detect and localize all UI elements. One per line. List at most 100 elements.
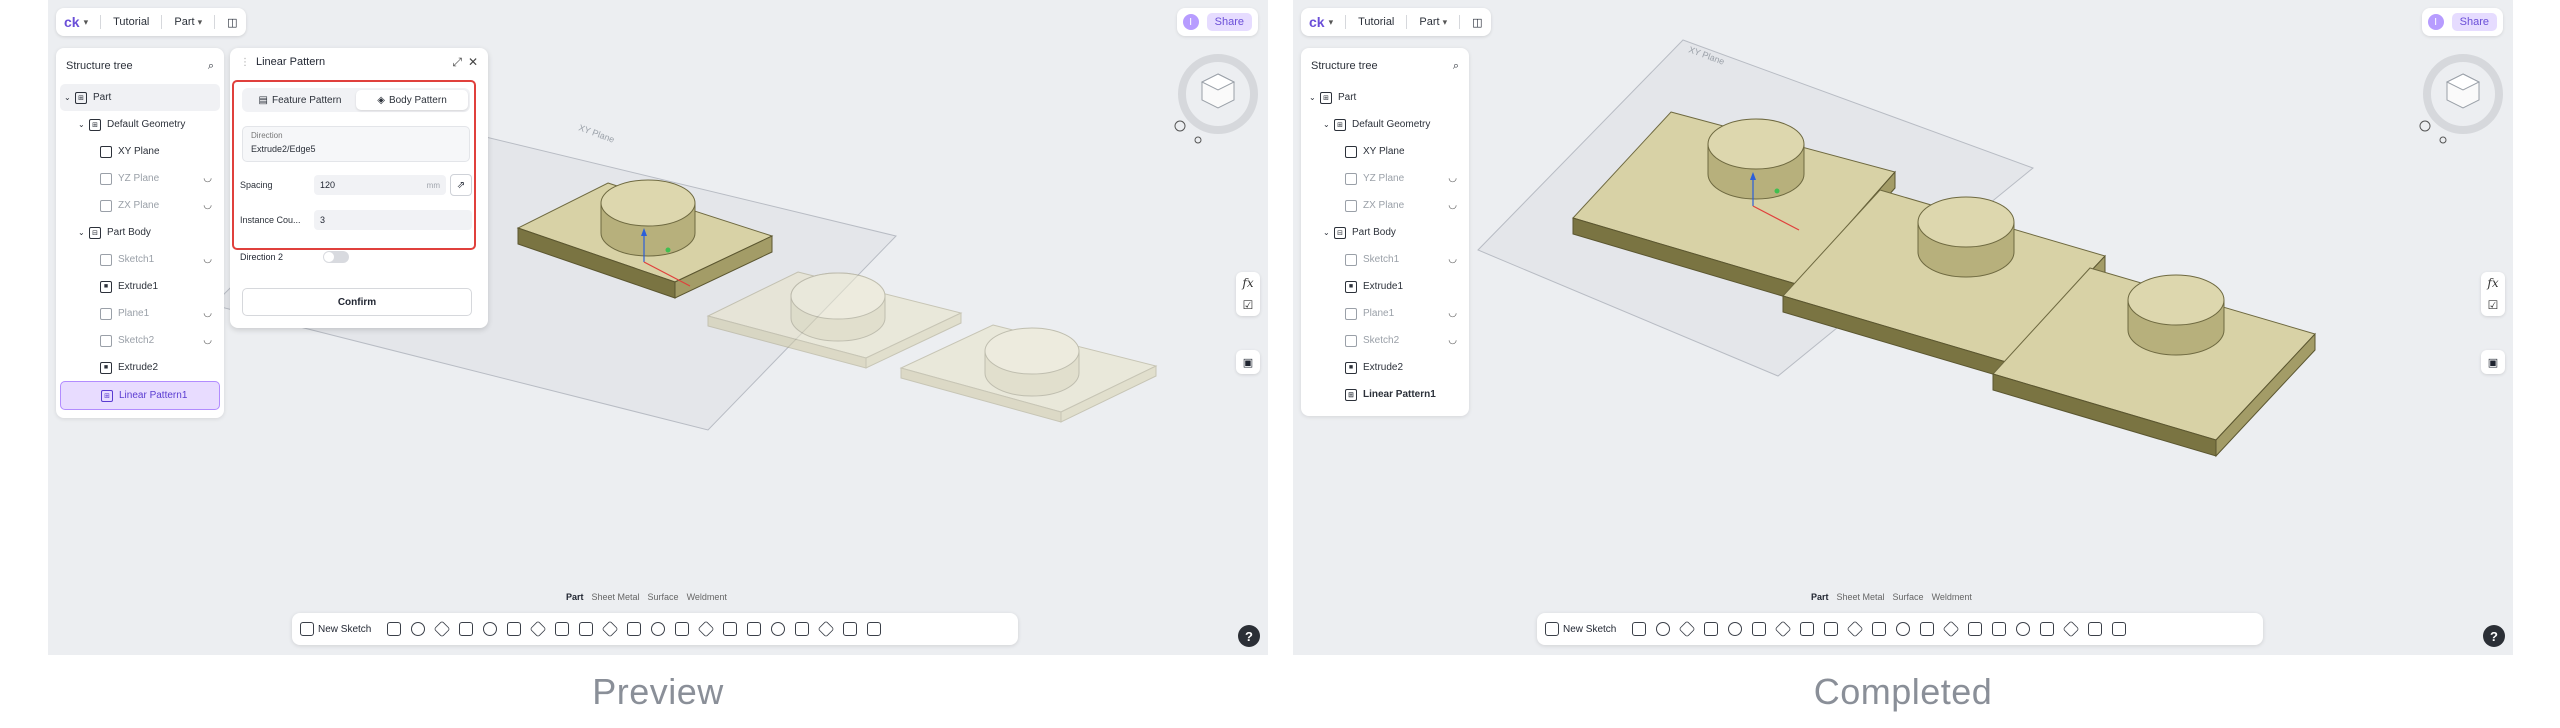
view-cube[interactable] [2413, 44, 2503, 144]
loft-icon[interactable] [1704, 622, 1719, 636]
tree-item-part[interactable]: ⌄ ⊞ Part [1305, 84, 1465, 111]
part-menu[interactable]: Part ▾ [174, 16, 202, 28]
tree-item-sketch2[interactable]: Sketch2 ◡ [60, 327, 220, 354]
tree-item-zx-plane[interactable]: ZX Plane ◡ [60, 192, 220, 219]
tab-weldment[interactable]: Weldment [687, 592, 727, 602]
linear-pattern-icon[interactable] [1872, 622, 1887, 636]
tab-body-pattern[interactable]: ◈ Body Pattern [356, 90, 468, 110]
tree-item-extrude1[interactable]: ■ Extrude1 [60, 273, 220, 300]
app-logo-icon[interactable]: ck ▾ [1309, 14, 1333, 30]
section-icon[interactable] [795, 622, 810, 636]
mirror-icon[interactable] [675, 622, 690, 636]
tree-item-sketch2[interactable]: Sketch2 ◡ [1305, 327, 1465, 354]
tree-item-xy-plane[interactable]: XY Plane [1305, 138, 1465, 165]
hidden-eye-icon[interactable]: ◡ [1448, 254, 1457, 265]
tree-item-linear-pattern1[interactable]: ⊞ Linear Pattern1 [60, 381, 220, 410]
tab-weldment[interactable]: Weldment [1932, 592, 1972, 602]
part-menu[interactable]: Part ▾ [1419, 16, 1447, 28]
search-icon[interactable]: ⌕ [1453, 60, 1459, 73]
tutorial-menu[interactable]: Tutorial [113, 16, 149, 28]
boolean-icon[interactable] [1942, 620, 1960, 638]
tree-item-yz-plane[interactable]: YZ Plane ◡ [1305, 165, 1465, 192]
tree-item-sketch1[interactable]: Sketch1 ◡ [60, 246, 220, 273]
sweep-icon[interactable] [433, 620, 451, 638]
tree-item-default-geometry[interactable]: ⌄ ⊞ Default Geometry [1305, 111, 1465, 138]
linear-pattern-icon[interactable] [627, 622, 642, 636]
tree-item-extrude2[interactable]: ■ Extrude2 [1305, 354, 1465, 381]
confirm-button[interactable]: Confirm [242, 288, 472, 316]
fillet-icon[interactable] [529, 620, 547, 638]
hidden-eye-icon[interactable]: ◡ [1448, 335, 1457, 346]
share-button[interactable]: Share [1206, 13, 1252, 31]
measure-icon[interactable] [843, 622, 858, 636]
draft-icon[interactable] [601, 620, 619, 638]
drag-handle-icon[interactable]: ⋮ [240, 57, 250, 68]
revolve-icon[interactable] [411, 622, 426, 636]
sidebar-toggle-icon[interactable]: ◫ [1472, 16, 1482, 29]
split-icon[interactable] [1968, 622, 1983, 636]
tree-item-extrude2[interactable]: ■ Extrude2 [60, 354, 220, 381]
tree-item-part[interactable]: ⌄ ⊞ Part [60, 84, 220, 111]
tree-item-zx-plane[interactable]: ZX Plane ◡ [1305, 192, 1465, 219]
section-icon[interactable] [2040, 622, 2055, 636]
tab-surface[interactable]: Surface [1893, 592, 1924, 602]
spacing-input[interactable]: 120 mm [314, 175, 446, 195]
hole-icon[interactable] [1752, 622, 1767, 636]
draft-icon[interactable] [1846, 620, 1864, 638]
hole-icon[interactable] [507, 622, 522, 636]
tree-item-extrude1[interactable]: ■ Extrude1 [1305, 273, 1465, 300]
move-body-icon[interactable] [1992, 622, 2007, 636]
help-button[interactable]: ? [2483, 625, 2505, 647]
extrude-icon[interactable] [387, 622, 402, 636]
sidebar-toggle-icon[interactable]: ◫ [227, 16, 237, 29]
tab-sheet-metal[interactable]: Sheet Metal [592, 592, 640, 602]
more-tools-icon[interactable] [2112, 622, 2127, 636]
panel-icon[interactable]: ▣ [2481, 350, 2505, 374]
hidden-eye-icon[interactable]: ◡ [203, 173, 212, 184]
hidden-eye-icon[interactable]: ◡ [203, 308, 212, 319]
close-icon[interactable]: ✕ [468, 55, 478, 69]
tutorial-menu[interactable]: Tutorial [1358, 16, 1394, 28]
hidden-eye-icon[interactable]: ◡ [203, 200, 212, 211]
flip-direction-icon[interactable]: ⇗ [450, 174, 472, 196]
pin-icon[interactable]: ⤢ [452, 55, 462, 70]
plane-tool-icon[interactable] [817, 620, 835, 638]
tree-item-part-body[interactable]: ⌄ ⊟ Part Body [1305, 219, 1465, 246]
shell-icon[interactable] [579, 622, 594, 636]
loft-icon[interactable] [459, 622, 474, 636]
tree-item-default-geometry[interactable]: ⌄ ⊞ Default Geometry [60, 111, 220, 138]
circular-pattern-icon[interactable] [651, 622, 666, 636]
hidden-eye-icon[interactable]: ◡ [203, 254, 212, 265]
tab-part[interactable]: Part [566, 592, 584, 602]
circular-pattern-icon[interactable] [1896, 622, 1911, 636]
tree-item-plane1[interactable]: Plane1 ◡ [60, 300, 220, 327]
tab-part[interactable]: Part [1811, 592, 1829, 602]
thicken-icon[interactable] [2016, 622, 2031, 636]
checklist-icon[interactable]: ☑ [2488, 298, 2499, 312]
thicken-icon[interactable] [771, 622, 786, 636]
chamfer-icon[interactable] [1800, 622, 1815, 636]
hidden-eye-icon[interactable]: ◡ [203, 335, 212, 346]
more-tools-icon[interactable] [867, 622, 882, 636]
new-sketch-button[interactable]: New Sketch [300, 622, 377, 636]
avatar[interactable]: I [1182, 14, 1199, 30]
search-icon[interactable]: ⌕ [208, 60, 214, 73]
move-body-icon[interactable] [747, 622, 762, 636]
new-sketch-button[interactable]: New Sketch [1545, 622, 1622, 636]
help-button[interactable]: ? [1238, 625, 1260, 647]
tree-item-xy-plane[interactable]: XY Plane [60, 138, 220, 165]
checklist-icon[interactable]: ☑ [1243, 298, 1254, 312]
fillet-icon[interactable] [1774, 620, 1792, 638]
split-icon[interactable] [723, 622, 738, 636]
viewport-3d[interactable]: XY Plane [1293, 0, 2513, 655]
chamfer-icon[interactable] [555, 622, 570, 636]
tree-item-linear-pattern1[interactable]: ⊞ Linear Pattern1 [1305, 381, 1465, 408]
extrude-icon[interactable] [1632, 622, 1647, 636]
formula-icon[interactable]: fx [1242, 276, 1253, 290]
hidden-eye-icon[interactable]: ◡ [1448, 173, 1457, 184]
tab-surface[interactable]: Surface [648, 592, 679, 602]
rib-icon[interactable] [1728, 622, 1743, 636]
instance-count-input[interactable]: 3 [314, 210, 472, 230]
view-cube[interactable] [1168, 44, 1258, 144]
panel-icon[interactable]: ▣ [1236, 350, 1260, 374]
